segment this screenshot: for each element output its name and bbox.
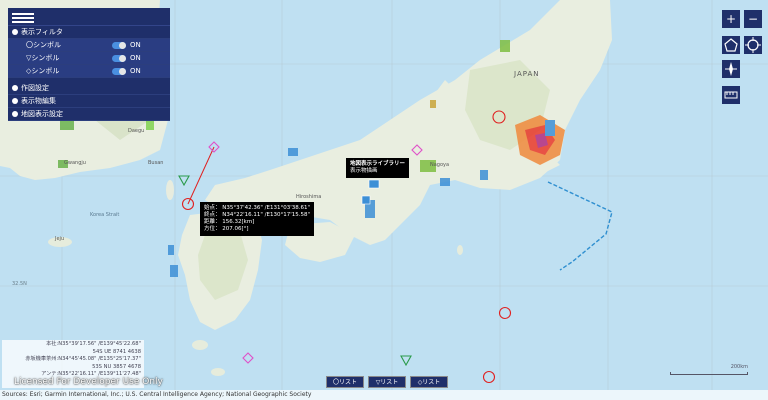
locate-icon [745, 37, 761, 53]
expand-icon [12, 29, 18, 35]
menu-item-map-display-settings[interactable]: 地図表示設定 [8, 108, 170, 121]
scale-label: 200km [730, 364, 748, 370]
label-korea-strait: Korea Strait [90, 212, 120, 218]
home-view-button[interactable] [722, 36, 740, 54]
measure-distance: 距離： 156.32[km] [204, 219, 255, 225]
attribution: Sources: Esri; Garmin International, Inc… [0, 390, 768, 400]
measure-end: 終点： N34°22'16.11" /E130°17'15.58" [204, 212, 311, 218]
ruler-icon [724, 91, 738, 99]
menu-item-display-filter[interactable]: 表示フィルタ [8, 26, 170, 39]
filter-toggle-triangle[interactable] [112, 54, 126, 62]
display-edit-label: 表示物編集 [21, 96, 56, 105]
coord-line: 赤坂機車茶州:N34°45'45.08" /E135°25'17.37" [25, 356, 141, 362]
filter-label: 〇シンボル [26, 40, 61, 49]
circle-list-button[interactable]: 〇リスト [326, 376, 364, 388]
filter-state: ON [130, 66, 141, 75]
measurement-popup: 始点： N35°37'42.36" /E131°03'38.61" 終点： N3… [200, 202, 315, 236]
scale-bar [670, 372, 748, 375]
label-hiroshima: Hiroshima [296, 194, 322, 200]
library-popup: 地図表示ライブラリー 表示物描画 [346, 158, 410, 178]
label-japan: JAPAN [514, 70, 540, 78]
popup-title: 地図表示ライブラリー [350, 161, 406, 167]
display-filter-label: 表示フィルタ [21, 27, 63, 36]
triangle-list-button[interactable]: ▽リスト [368, 376, 406, 388]
measure-start: 始点： N35°37'42.36" /E131°03'38.61" [204, 205, 311, 211]
zoom-out-button[interactable]: − [744, 10, 762, 28]
diamond-list-button[interactable]: ◇リスト [410, 376, 448, 388]
filter-label: ◇シンボル [26, 66, 60, 75]
filter-row-diamond[interactable]: ◇シンボル ON [8, 65, 170, 78]
filter-toggle-diamond[interactable] [112, 67, 126, 75]
menu-item-drawing-settings[interactable]: 作図設定 [8, 82, 170, 95]
expand-icon [12, 85, 18, 91]
compass-icon [725, 62, 737, 76]
expand-icon [12, 111, 18, 117]
label-nagoya: Nagoya [430, 162, 450, 168]
filter-state: ON [130, 40, 141, 49]
label-busan: Busan [148, 160, 164, 166]
map-view[interactable]: JAPAN Daegu Busan Gwangju Jeju Hiroshima… [0, 0, 768, 400]
coord-line: 54S UE 8741 4638 [92, 348, 141, 355]
filter-row-triangle[interactable]: ▽シンボル ON [8, 52, 170, 65]
compass-button[interactable] [722, 60, 740, 78]
home-view-icon [724, 38, 738, 52]
expand-icon [12, 98, 18, 104]
locate-button[interactable] [744, 36, 762, 54]
zoom-in-button[interactable]: + [722, 10, 740, 28]
filter-toggle-circle[interactable] [112, 41, 126, 49]
coord-line: 本社:N35°39'17.56" /E139°45'22.68" [46, 341, 141, 347]
popup-subtitle: 表示物描画 [350, 168, 378, 174]
filter-state: ON [130, 53, 141, 62]
control-panel: 表示フィルタ 〇シンボル ON ▽シンボル ON ◇シンボル ON 作図設定 表… [8, 8, 170, 121]
map-display-settings-label: 地図表示設定 [21, 109, 63, 118]
drawing-settings-label: 作図設定 [21, 83, 49, 92]
filter-row-circle[interactable]: 〇シンボル ON [8, 39, 170, 52]
menu-item-display-edit[interactable]: 表示物編集 [8, 95, 170, 108]
coord-line: 53S NU 3857 4678 [92, 363, 141, 370]
license-watermark: Licensed For Developer Use Only [14, 377, 163, 387]
measure-button[interactable] [722, 86, 740, 104]
label-gwangju: Gwangju [64, 160, 86, 166]
menu-icon[interactable] [8, 8, 170, 26]
measure-bearing: 方位： 207.06[°] [204, 226, 249, 232]
label-jeju: Jeju [55, 236, 65, 242]
filter-label: ▽シンボル [26, 53, 60, 62]
label-daegu: Daegu [128, 128, 145, 134]
label-latitude: 32.5N [12, 281, 27, 287]
